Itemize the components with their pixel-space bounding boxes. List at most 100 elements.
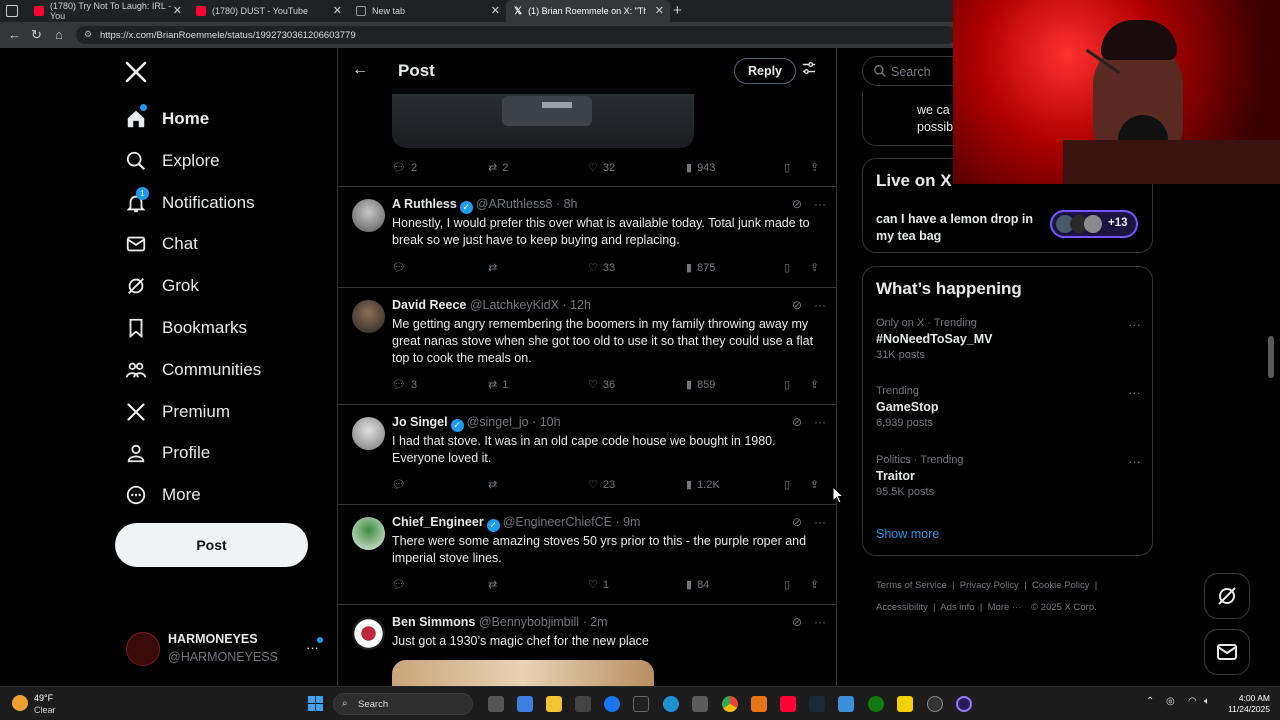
bookmark-icon[interactable]: ▯: [784, 578, 790, 591]
post-time[interactable]: 12h: [570, 298, 591, 312]
like-action[interactable]: ♡ 32: [588, 161, 615, 175]
account-switcher[interactable]: HARMONEYES @HARMONEYESS ···: [124, 630, 334, 670]
copilot-icon[interactable]: [517, 696, 533, 712]
like-action[interactable]: ♡ 33: [588, 261, 615, 275]
share-icon[interactable]: ⇪: [810, 261, 819, 274]
file-explorer-icon[interactable]: [546, 696, 562, 712]
post-image[interactable]: [392, 660, 654, 686]
post-time[interactable]: 2m: [590, 615, 607, 629]
sidebar-item-communities[interactable]: Communities: [124, 355, 261, 385]
close-tab-icon[interactable]: ✕: [655, 4, 664, 17]
volume-icon[interactable]: 🔈︎: [1204, 696, 1210, 707]
clock[interactable]: 4:00 AM 11/24/2025: [1220, 693, 1270, 715]
x-logo-icon[interactable]: [124, 60, 148, 84]
back-arrow-icon[interactable]: ←: [352, 61, 368, 79]
page-scrollbar[interactable]: [1268, 336, 1274, 378]
taskbar-search[interactable]: ⌕ Search: [333, 693, 473, 715]
bookmark-icon[interactable]: ▯: [784, 161, 790, 174]
wifi-icon[interactable]: ◠: [1188, 696, 1197, 707]
reply-button[interactable]: Reply: [734, 58, 796, 84]
bookmark-icon[interactable]: ▯: [784, 378, 790, 391]
browser-tab[interactable]: (1780) Try Not To Laugh: IRL - You ✕: [26, 0, 188, 22]
views-action[interactable]: ▮ 84: [686, 578, 709, 592]
filter-icon[interactable]: [802, 61, 816, 75]
live-space-title[interactable]: can I have a lemon drop in my tea bag: [876, 211, 1036, 245]
repost-action[interactable]: ⇄: [488, 478, 502, 491]
app-icon[interactable]: [927, 696, 943, 712]
post-button[interactable]: Post: [115, 523, 308, 567]
trend-item[interactable]: Only on X · Trending #NoNeedToSay_MV 31K…: [876, 317, 1141, 369]
like-action[interactable]: ♡ 36: [588, 378, 615, 392]
footer-link-cookie[interactable]: Cookie Policy: [1032, 580, 1090, 591]
author-handle[interactable]: @Bennybobjimbill: [479, 615, 579, 629]
sidebar-item-bookmarks[interactable]: Bookmarks: [124, 313, 247, 343]
reply-post[interactable]: David Reece @LatchkeyKidX · 12h ⊘ ··· Me …: [338, 288, 836, 405]
footer-link-privacy[interactable]: Privacy Policy: [960, 580, 1019, 591]
views-action[interactable]: ▮ 1.2K: [686, 478, 720, 492]
app-icon[interactable]: [751, 696, 767, 712]
footer-link-more[interactable]: More ···: [988, 602, 1022, 613]
app-icon[interactable]: [838, 696, 854, 712]
avatar[interactable]: [352, 199, 385, 232]
footer-link-ads[interactable]: Ads info: [940, 602, 974, 613]
weather-widget[interactable]: [12, 693, 32, 713]
reply-action[interactable]: 💬︎ 3: [392, 378, 417, 392]
sidebar-item-grok[interactable]: Grok: [124, 271, 199, 301]
task-view-icon[interactable]: [488, 696, 504, 712]
avatar[interactable]: [352, 617, 385, 650]
sidebar-item-chat[interactable]: Chat: [124, 229, 198, 259]
reply-post[interactable]: A Ruthless ✓ @ARuthless8 · 8h ⊘ ··· Honestl…: [338, 187, 836, 288]
reply-post[interactable]: Chief_Engineer ✓ @EngineerChiefCE · 9m ⊘ ··…: [338, 505, 836, 605]
windows-start-icon[interactable]: [308, 696, 324, 712]
author-handle[interactable]: @singel_jo: [467, 415, 529, 429]
reply-action[interactable]: 💬︎: [392, 578, 411, 591]
avatar[interactable]: [352, 517, 385, 550]
views-action[interactable]: ▮ 875: [686, 261, 715, 275]
grok-icon[interactable]: ⊘: [792, 197, 802, 211]
url-field[interactable]: ⚙ https://x.com/BrianRoemmele/status/199…: [76, 26, 956, 44]
avatar[interactable]: [352, 300, 385, 333]
reply-action[interactable]: 💬︎ 2: [392, 161, 417, 175]
steam-icon[interactable]: [809, 696, 825, 712]
sidebar-item-notifications[interactable]: 1 Notifications: [124, 187, 255, 218]
browser-tab[interactable]: (1780) DUST - YouTube ✕: [188, 0, 348, 22]
trend-item[interactable]: Politics · Trending Traitor 95.5K posts …: [876, 454, 1141, 506]
edge-icon[interactable]: [663, 696, 679, 712]
like-action[interactable]: ♡ 23: [588, 478, 615, 492]
views-action[interactable]: ▮ 859: [686, 378, 715, 392]
post-image[interactable]: [392, 88, 694, 148]
sidebar-item-home[interactable]: Home: [124, 104, 209, 134]
chevron-up-icon[interactable]: ⌃: [1146, 696, 1154, 707]
reply-action[interactable]: 💬︎: [392, 478, 411, 491]
post-time[interactable]: 10h: [540, 415, 561, 429]
repost-action[interactable]: ⇄: [488, 261, 502, 274]
messages-floating-button[interactable]: [1204, 629, 1250, 675]
sidebar-item-more[interactable]: More: [124, 480, 201, 510]
more-icon[interactable]: ···: [814, 197, 826, 211]
tray-icon[interactable]: ◎: [1166, 696, 1175, 707]
share-icon[interactable]: ⇪: [810, 378, 819, 391]
like-action[interactable]: ♡ 1: [588, 578, 609, 592]
reply-post[interactable]: Ben Simmons @Bennybobjimbill · 2m ⊘ ··· J…: [338, 605, 836, 686]
more-icon[interactable]: ···: [814, 615, 826, 629]
chrome-icon[interactable]: [722, 696, 738, 712]
author-handle[interactable]: @EngineerChiefCE: [503, 515, 612, 529]
more-icon[interactable]: ···: [1128, 454, 1141, 469]
more-icon[interactable]: ···: [814, 515, 826, 529]
reply-post[interactable]: Jo Singel ✓ @singel_jo · 10h ⊘ ··· I had th…: [338, 405, 836, 505]
author-name[interactable]: Chief_Engineer: [392, 515, 484, 529]
author-name[interactable]: David Reece: [392, 298, 466, 312]
repost-action[interactable]: ⇄ 2: [488, 161, 508, 175]
browser-tab-active[interactable]: 𝕏 (1) Brian Roemmele on X: "This st ✕: [506, 0, 670, 22]
post-time[interactable]: 8h: [564, 197, 578, 211]
sidebar-item-explore[interactable]: Explore: [124, 146, 220, 176]
reply-action[interactable]: 💬︎: [392, 261, 411, 274]
grok-icon[interactable]: ⊘: [792, 515, 802, 529]
close-tab-icon[interactable]: ✕: [173, 4, 182, 17]
share-icon[interactable]: ⇪: [810, 161, 819, 174]
amazon-icon[interactable]: [633, 696, 649, 712]
bookmark-icon[interactable]: ▯: [784, 478, 790, 491]
back-icon[interactable]: ←: [8, 27, 21, 42]
trend-item[interactable]: Trending GameStop 6,939 posts ···: [876, 385, 1141, 437]
store-icon[interactable]: [575, 696, 591, 712]
